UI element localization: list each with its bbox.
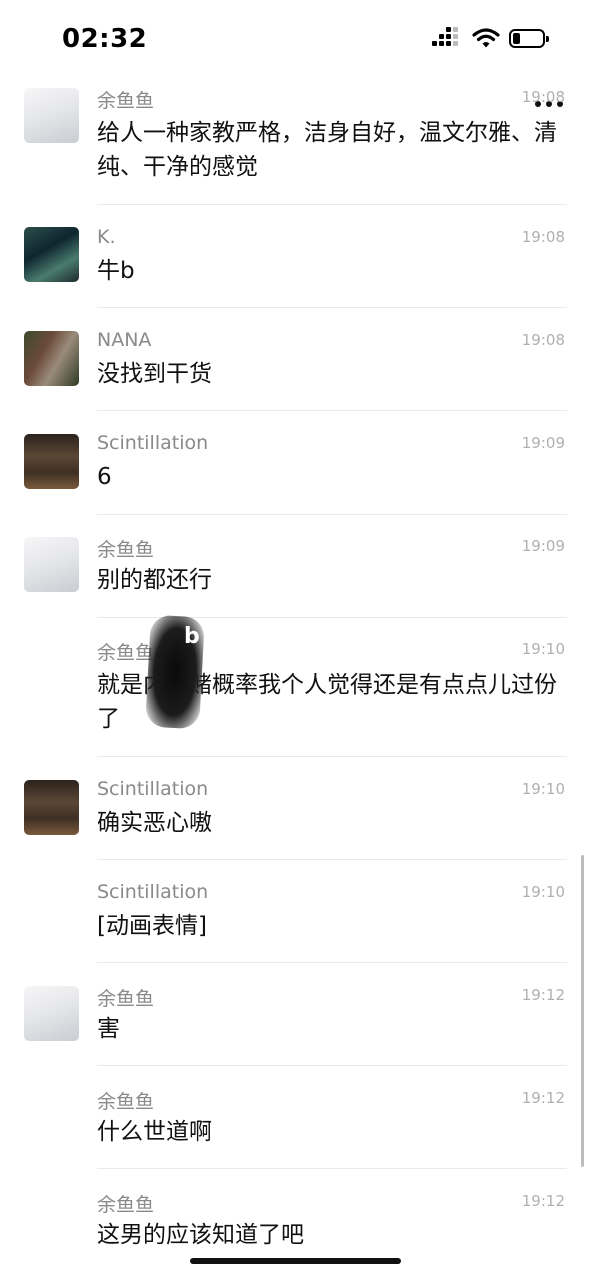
scrollbar[interactable]: [581, 855, 584, 1167]
home-indicator[interactable]: [190, 1258, 401, 1264]
sender-name: NANA: [97, 329, 152, 351]
sender-name: K.: [97, 226, 116, 248]
message-time: 19:10: [521, 883, 565, 901]
message-item[interactable]: Scintillation 19:10 确实恶心嗷: [0, 778, 591, 858]
message-text: 害: [97, 1016, 120, 1042]
message-item[interactable]: Scintillation 19:10 [动画表情]: [0, 881, 591, 961]
divider: [97, 204, 567, 205]
message-time: 19:08: [521, 331, 565, 349]
message-item[interactable]: 余鱼鱼 19:08 给人一种家教严格，洁身自好，温文尔雅、清纯、干净的感觉: [0, 86, 591, 206]
message-time: 19:10: [521, 780, 565, 798]
message-item[interactable]: 余鱼鱼 19:09 别的都还行: [0, 535, 591, 615]
message-item[interactable]: 余鱼鱼 19:10 就是内射赌概率我个人觉得还是有点点儿过份了: [0, 638, 591, 754]
message-text: 没找到干货: [97, 361, 212, 387]
message-item[interactable]: 余鱼鱼 19:12 害: [0, 984, 591, 1064]
message-text: 给人一种家教严格，洁身自好，温文尔雅、清纯、干净的感觉: [97, 120, 557, 180]
avatar[interactable]: [24, 986, 79, 1041]
sender-name: 余鱼鱼: [97, 90, 155, 112]
smudge-letter: b: [184, 624, 200, 649]
battery-icon: [509, 29, 549, 48]
avatar[interactable]: [24, 227, 79, 282]
message-item[interactable]: Scintillation 19:09 6: [0, 432, 591, 512]
message-time: 19:12: [521, 1192, 565, 1210]
cellular-signal-icon: [432, 27, 462, 50]
sender-name: Scintillation: [97, 881, 209, 903]
message-time: 19:08: [521, 228, 565, 246]
message-text: 确实恶心嗷: [97, 810, 212, 836]
sender-name: 余鱼鱼: [97, 539, 155, 561]
divider: [97, 514, 567, 515]
message-item[interactable]: 余鱼鱼 19:12 这男的应该知道了吧: [0, 1190, 591, 1260]
divider: [97, 859, 567, 860]
message-item[interactable]: 余鱼鱼 19:12 什么世道啊: [0, 1087, 591, 1167]
avatar[interactable]: [24, 434, 79, 489]
message-time: 19:12: [521, 1089, 565, 1107]
sender-name: Scintillation: [97, 778, 209, 800]
avatar[interactable]: [24, 780, 79, 835]
message-text: 别的都还行: [97, 567, 212, 593]
sender-name: 余鱼鱼: [97, 1091, 155, 1113]
wifi-icon: [472, 28, 500, 48]
divider: [97, 756, 567, 757]
divider: [97, 1168, 567, 1169]
sender-name: 余鱼鱼: [97, 1194, 155, 1216]
message-time: 19:10: [521, 640, 565, 658]
divider: [97, 1065, 567, 1066]
message-time: 19:09: [521, 434, 565, 452]
message-item[interactable]: K. 19:08 牛b: [0, 226, 591, 306]
sender-name: 余鱼鱼: [97, 642, 155, 664]
message-time: 19:09: [521, 537, 565, 555]
divider: [97, 962, 567, 963]
message-text: [动画表情]: [97, 913, 207, 939]
avatar[interactable]: [24, 88, 79, 143]
divider: [97, 307, 567, 308]
message-text: 这男的应该知道了吧: [97, 1222, 304, 1248]
divider: [97, 410, 567, 411]
message-item[interactable]: NANA 19:08 没找到干货: [0, 329, 591, 409]
message-text: 什么世道啊: [97, 1119, 212, 1145]
avatar[interactable]: [24, 537, 79, 592]
message-text: 6: [97, 464, 112, 490]
avatar[interactable]: [24, 331, 79, 386]
status-bar: 02:32: [0, 0, 591, 80]
message-text: 牛b: [97, 258, 135, 284]
sender-name: Scintillation: [97, 432, 209, 454]
chat-screen: 02:32 余鱼鱼 19:08 给人一种家教严格，洁身自好，温文尔雅、清纯、干净…: [0, 0, 591, 1280]
status-time: 02:32: [62, 24, 148, 54]
sender-name: 余鱼鱼: [97, 988, 155, 1010]
message-time: 19:12: [521, 986, 565, 1004]
battery-level: [513, 33, 520, 44]
message-time: 19:08: [521, 88, 565, 106]
